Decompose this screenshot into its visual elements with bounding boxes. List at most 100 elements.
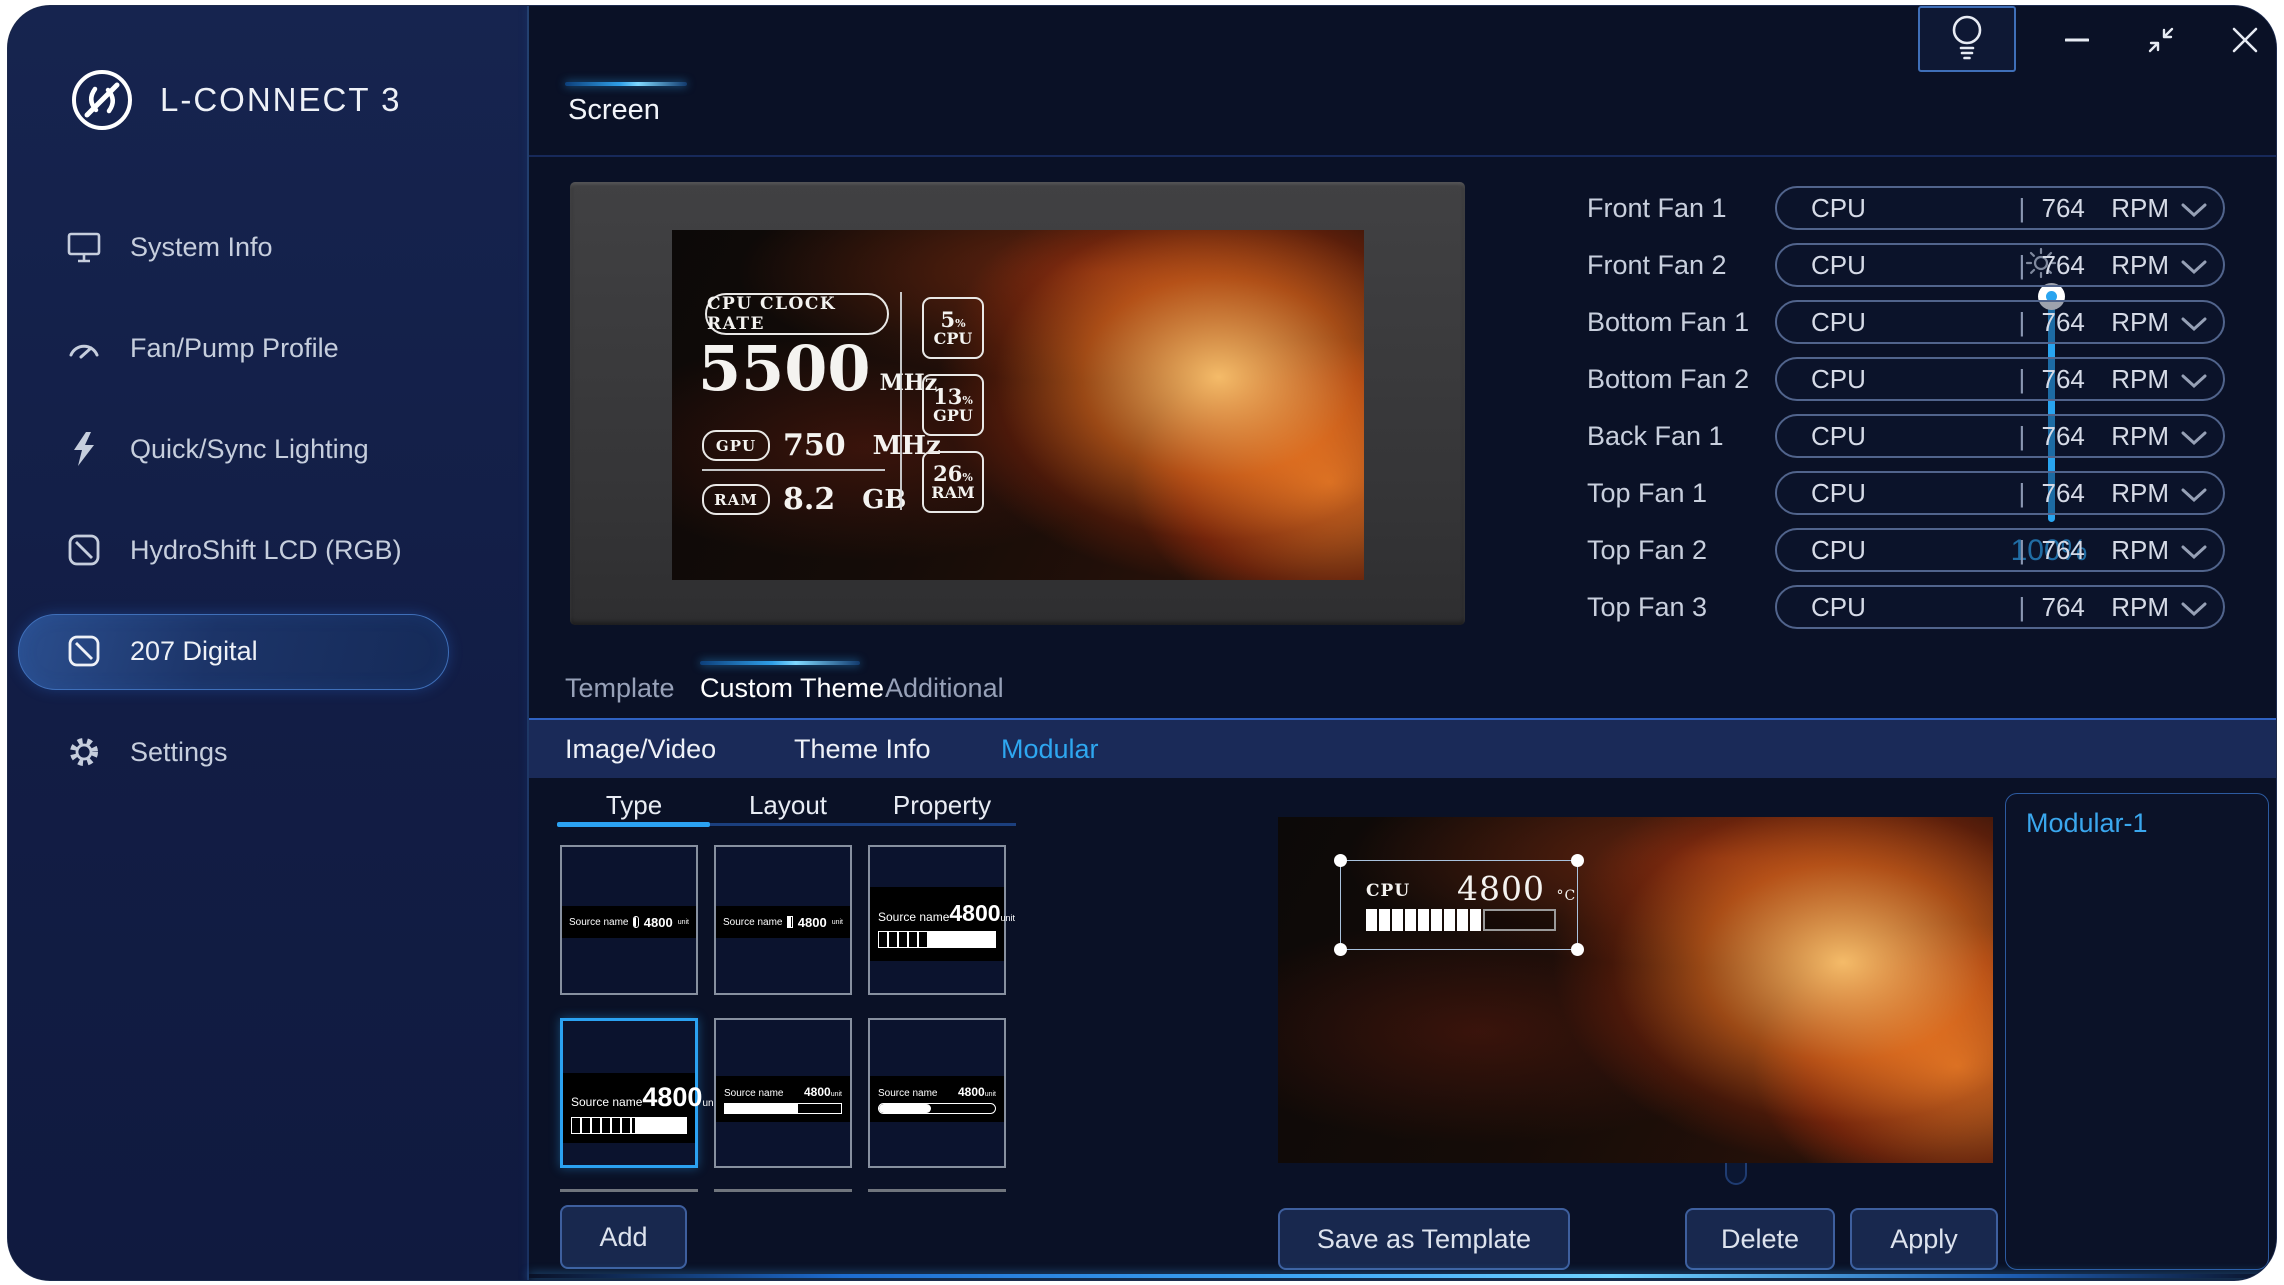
resize-handle[interactable] [1334,854,1347,867]
chevron-down-icon [2181,488,2207,503]
fan-row: Top Fan 1 CPU | 764 RPM [1587,471,2276,515]
chevron-down-icon [2181,431,2207,446]
progress-bar [878,931,996,948]
cpu-clock-label: CPU CLOCK RATE [705,293,889,335]
modular-item-label[interactable]: Modular-1 [2026,808,2148,839]
module-thumbnail-1[interactable]: Source name 4800 unit [560,845,698,995]
fan-name: Top Fan 2 [1587,535,1775,566]
header-separator [529,155,2276,157]
fan-name: Back Fan 1 [1587,421,1775,452]
lightning-bolt-icon [66,431,102,467]
lcd-square-icon [66,633,102,669]
module-thumbnail-6[interactable]: Source name 4800 unit [868,1018,1006,1168]
close-button[interactable] [2225,20,2265,60]
chevron-down-icon [2181,545,2207,560]
app-root: L-CONNECT 3 System Info Fan/Pump Profile [0,0,2284,1285]
fan-row: Top Fan 2 CPU | 764 RPM [1587,528,2276,572]
fan-row: Bottom Fan 1 CPU | 764 RPM [1587,300,2276,344]
resize-handle[interactable] [1571,943,1584,956]
fan-name: Bottom Fan 2 [1587,364,1775,395]
progress-bar [633,916,638,928]
sidebar-item-hydroshift-lcd[interactable]: HydroShift LCD (RGB) [66,528,506,572]
restore-button[interactable] [2141,20,2181,60]
chevron-down-icon [2181,602,2207,617]
sidebar-item-settings[interactable]: Settings [66,730,506,774]
next-row-card-edge [868,1189,1006,1192]
tab-template[interactable]: Template [565,673,675,704]
fan-row: Top Fan 3 CPU | 764 RPM [1587,585,2276,629]
theme-editor-canvas[interactable]: CPU 4800 °C [1278,817,1993,1163]
apply-button[interactable]: Apply [1850,1208,1998,1270]
gpu-clock-row: GPU 750 MHz [702,428,941,463]
tab-theme-info[interactable]: Theme Info [794,734,931,765]
tab-image-video[interactable]: Image/Video [565,734,716,765]
module-selection-box[interactable]: CPU 4800 °C [1340,860,1578,950]
theme-light-button[interactable] [1918,6,2016,72]
fan-name: Bottom Fan 1 [1587,307,1775,338]
sidebar-item-label: 207 Digital [130,636,258,667]
resize-handle[interactable] [1334,943,1347,956]
ram-usage-stat: 26% RAM [922,451,984,513]
fan-source-select[interactable]: CPU | 764 RPM [1775,186,2225,230]
fan-source-select[interactable]: CPU | 764 RPM [1775,414,2225,458]
module-thumbnail-4-selected[interactable]: Source name 4800 unit [560,1018,698,1168]
resize-handle[interactable] [1571,854,1584,867]
delete-button[interactable]: Delete [1685,1208,1835,1270]
progress-bar [724,1103,842,1114]
thumbnail-preview: Source name 4800 unit [870,1076,1004,1122]
fan-row: Back Fan 1 CPU | 764 RPM [1587,414,2276,458]
ram-usage-row: RAM 8.2 GB [702,482,906,517]
sidebar-item-system-info[interactable]: System Info [66,225,506,269]
close-icon [2232,27,2258,53]
sidebar-item-quick-sync-lighting[interactable]: Quick/Sync Lighting [66,427,506,471]
fan-source-select[interactable]: CPU | 764 RPM [1775,357,2225,401]
tab-custom-theme[interactable]: Custom Theme [700,673,884,704]
minimize-button[interactable] [2057,20,2097,60]
fan-source-select[interactable]: CPU | 764 RPM [1775,471,2225,515]
tab-screen[interactable]: Screen [568,94,660,127]
thumbnail-preview: Source name 4800 unit [562,906,696,938]
module-thumbnail-3[interactable]: Source name 4800 unit [868,845,1006,995]
thumbnail-preview: Source name 4800 unit [870,887,1004,961]
overlay-vertical-divider [900,292,902,510]
module-thumbnail-5[interactable]: Source name 4800 unit [714,1018,852,1168]
add-button[interactable]: Add [560,1205,687,1269]
fan-source-select[interactable]: CPU | 764 RPM [1775,243,2225,287]
minimize-icon [2065,37,2089,43]
fan-name: Top Fan 3 [1587,592,1775,623]
next-row-card-edge [714,1189,852,1192]
gear-icon [66,734,102,770]
modular-tabs-underline [710,823,1016,826]
tab-additional[interactable]: Additional [885,673,1004,704]
brand-logo-icon [70,68,134,132]
tab-modular[interactable]: Modular [1001,734,1099,765]
tab-layout[interactable]: Layout [711,790,865,821]
sidebar-item-label: Settings [130,737,228,768]
sidebar-item-207-digital[interactable]: 207 Digital [66,629,506,673]
tab-type[interactable]: Type [557,790,711,821]
module-thumbnail-2[interactable]: Source name 4800 unit [714,845,852,995]
tab-property[interactable]: Property [865,790,1019,821]
fan-source-select[interactable]: CPU | 764 RPM [1775,585,2225,629]
lcd-square-icon [66,532,102,568]
thumbnail-preview: Source name 4800 unit [563,1073,695,1143]
app-title: L-CONNECT 3 [160,81,401,119]
progress-bar [787,916,792,928]
fan-source-select[interactable]: CPU | 764 RPM [1775,300,2225,344]
gauge-icon [66,330,102,366]
app-logo: L-CONNECT 3 [70,68,401,132]
sidebar-item-label: Quick/Sync Lighting [130,434,369,465]
chevron-down-icon [2181,374,2207,389]
fan-source-select[interactable]: CPU | 764 RPM [1775,528,2225,572]
custom-theme-tab-accent [700,661,860,665]
save-as-template-button[interactable]: Save as Template [1278,1208,1570,1270]
thumbnail-preview: Source name 4800 unit [716,906,850,938]
sidebar-item-fan-pump-profile[interactable]: Fan/Pump Profile [66,326,506,370]
module-source-label: CPU [1366,881,1410,901]
screen-tab-accent [565,82,687,86]
bottom-accent-bar [529,1274,2276,1278]
restore-icon [2148,27,2174,53]
progress-bar [878,1103,996,1114]
fan-name: Front Fan 2 [1587,250,1775,281]
app-window: L-CONNECT 3 System Info Fan/Pump Profile [8,6,2276,1280]
